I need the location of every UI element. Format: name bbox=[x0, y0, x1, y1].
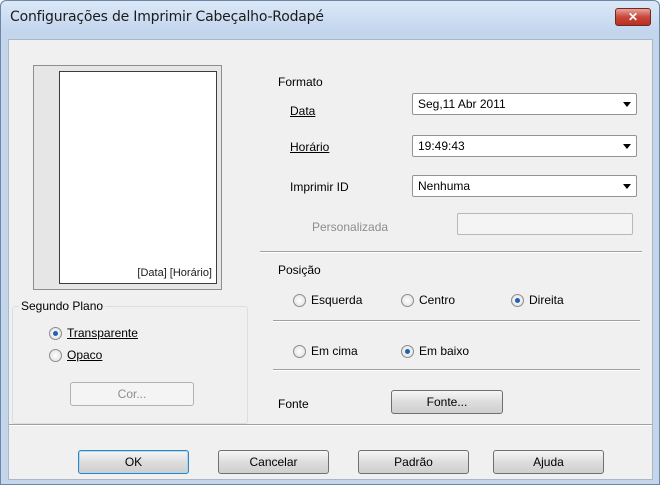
radio-center-label: Centro bbox=[419, 293, 456, 307]
print-id-dropdown[interactable]: Nenhuma bbox=[412, 175, 637, 197]
print-id-dropdown-value: Nenhuma bbox=[418, 179, 471, 193]
radio-transparent[interactable]: Transparente bbox=[49, 326, 138, 340]
radio-bottom-label: Em baixo bbox=[419, 344, 470, 358]
background-group: Segundo Plano bbox=[12, 299, 248, 424]
help-button[interactable]: Ajuda bbox=[493, 450, 604, 474]
time-dropdown[interactable]: 19:49:43 bbox=[412, 135, 637, 157]
chevron-down-icon bbox=[623, 144, 631, 149]
radio-top[interactable]: Em cima bbox=[293, 344, 358, 358]
radio-top-label: Em cima bbox=[311, 344, 358, 358]
ok-button[interactable]: OK bbox=[78, 450, 189, 474]
close-button[interactable]: ✕ bbox=[615, 8, 651, 26]
custom-input[interactable] bbox=[457, 213, 633, 235]
radio-opaque[interactable]: Opaco bbox=[49, 348, 102, 362]
custom-label: Personalizada bbox=[312, 220, 389, 234]
preview-page: [Data] [Horário] bbox=[59, 71, 217, 284]
radio-left[interactable]: Esquerda bbox=[293, 293, 362, 307]
window-title: Configurações de Imprimir Cabeçalho-Roda… bbox=[10, 9, 324, 25]
radio-transparent-label: Transparente bbox=[67, 326, 138, 340]
title-bar[interactable]: Configurações de Imprimir Cabeçalho-Roda… bbox=[1, 1, 659, 33]
dialog-client-area: [Data] [Horário] Segundo Plano Transpare… bbox=[8, 39, 653, 480]
background-group-legend: Segundo Plano bbox=[19, 299, 106, 313]
color-button[interactable]: Cor... bbox=[70, 382, 194, 406]
radio-right[interactable]: Direita bbox=[511, 293, 564, 307]
default-button[interactable]: Padrão bbox=[358, 450, 469, 474]
separator bbox=[273, 369, 640, 371]
separator bbox=[9, 424, 652, 426]
radio-transparent-dot[interactable] bbox=[49, 326, 62, 340]
radio-bottom-dot[interactable] bbox=[401, 344, 414, 358]
font-label: Fonte bbox=[278, 397, 309, 411]
chevron-down-icon bbox=[623, 102, 631, 107]
preview-label: [Data] [Horário] bbox=[137, 267, 212, 279]
radio-center-dot[interactable] bbox=[401, 293, 414, 307]
date-dropdown-value: Seg,11 Abr 2011 bbox=[418, 97, 506, 111]
date-label: Data bbox=[290, 104, 316, 118]
print-id-label: Imprimir ID bbox=[290, 180, 349, 194]
radio-left-dot[interactable] bbox=[293, 293, 306, 307]
chevron-down-icon bbox=[623, 184, 631, 189]
preview-pane: [Data] [Horário] bbox=[33, 65, 222, 290]
radio-opaque-label: Opaco bbox=[67, 348, 103, 362]
separator bbox=[273, 320, 640, 322]
format-heading: Formato bbox=[278, 75, 323, 89]
radio-right-label: Direita bbox=[529, 293, 564, 307]
radio-center[interactable]: Centro bbox=[401, 293, 455, 307]
radio-bottom[interactable]: Em baixo bbox=[401, 344, 469, 358]
cancel-button[interactable]: Cancelar bbox=[218, 450, 329, 474]
radio-opaque-dot[interactable] bbox=[49, 348, 62, 362]
position-heading: Posição bbox=[278, 263, 321, 277]
time-label: Horário bbox=[290, 140, 330, 154]
dialog-window: Configurações de Imprimir Cabeçalho-Roda… bbox=[0, 0, 660, 485]
font-button[interactable]: Fonte... bbox=[391, 390, 503, 414]
separator bbox=[260, 251, 642, 253]
radio-right-dot[interactable] bbox=[511, 293, 524, 307]
radio-left-label: Esquerda bbox=[311, 293, 363, 307]
date-dropdown[interactable]: Seg,11 Abr 2011 bbox=[412, 93, 637, 115]
radio-top-dot[interactable] bbox=[293, 344, 306, 358]
time-dropdown-value: 19:49:43 bbox=[418, 139, 465, 153]
